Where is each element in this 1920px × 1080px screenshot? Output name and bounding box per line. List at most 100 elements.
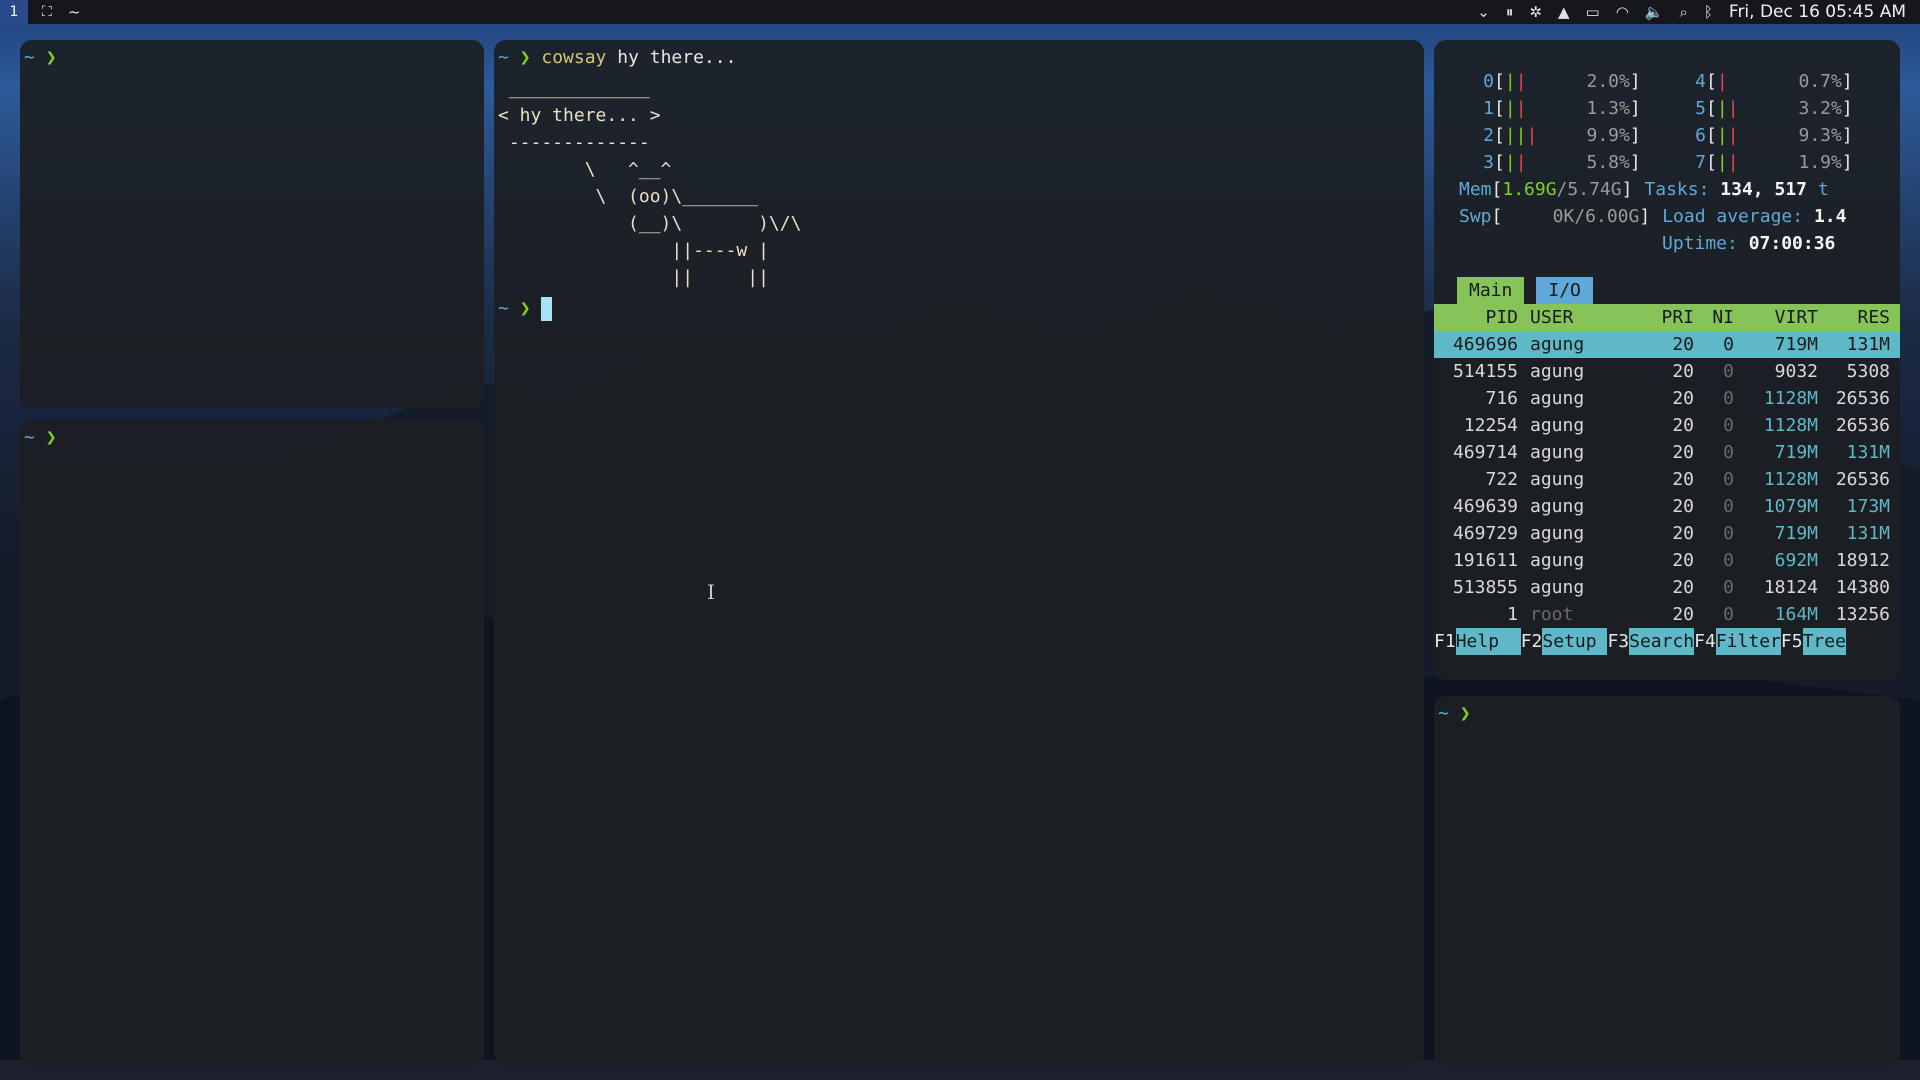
nice: 0 <box>1723 361 1734 382</box>
cpu-meter: 0[|| 2.0%] <box>1434 68 1646 95</box>
col-virt[interactable]: VIRT <box>1734 304 1818 331</box>
user: agung <box>1530 523 1585 544</box>
process-table-header: PID USER PRI NI VIRT RES <box>1434 304 1900 331</box>
cpu-percent: 9.9% <box>1586 125 1630 146</box>
fkey-label[interactable]: Filter <box>1715 628 1781 655</box>
active-prompt[interactable]: ~ ❯ <box>494 291 1424 326</box>
drive-icon[interactable]: ▲ <box>1558 3 1570 21</box>
nice: 0 <box>1723 415 1734 436</box>
workspace-indicator[interactable]: 1 <box>0 0 28 24</box>
user: agung <box>1530 577 1585 598</box>
pid: 513855 <box>1452 577 1518 598</box>
process-table: 469696 agung 20 0 719M 131M 514155 agung 20 0 9032… <box>1434 331 1900 628</box>
cpu-percent: 2.0% <box>1586 71 1630 92</box>
process-row[interactable]: 722 agung 20 0 1128M 26536 <box>1434 466 1900 493</box>
cpu-number: 6 <box>1695 125 1706 146</box>
cpu-bar: || <box>1504 152 1527 173</box>
cpu-percent: 0.7% <box>1798 71 1842 92</box>
cpu-meter: 6[|| 9.3%] <box>1646 122 1858 149</box>
fkey-3[interactable]: F3 <box>1607 628 1629 655</box>
priority: 20 <box>1672 334 1694 355</box>
cpu-row: 2[||| 9.9%] 6[|| 9.3%] <box>1434 122 1900 149</box>
priority: 20 <box>1672 496 1694 517</box>
process-row[interactable]: 513855 agung 20 0 18124 14380 <box>1434 574 1900 601</box>
process-row[interactable]: 1 root 20 0 164M 13256 <box>1434 601 1900 628</box>
cpu-meter: 5[|| 3.2%] <box>1646 95 1858 122</box>
terminal-pane-bottom-right[interactable]: ~ ❯ <box>1434 696 1900 1066</box>
volume-icon[interactable]: 🔈 <box>1645 3 1664 21</box>
tab-io[interactable]: I/O <box>1536 277 1593 304</box>
process-row[interactable]: 469696 agung 20 0 719M 131M <box>1434 331 1900 358</box>
fkey-label[interactable]: Help <box>1455 628 1521 655</box>
chevron-down-icon[interactable]: ⌄ <box>1477 3 1490 21</box>
cpu-number: 4 <box>1695 71 1706 92</box>
prompt: ~ ❯ <box>24 47 57 68</box>
process-row[interactable]: 716 agung 20 0 1128M 26536 <box>1434 385 1900 412</box>
user: agung <box>1530 361 1585 382</box>
nice: 0 <box>1723 604 1734 625</box>
fullscreen-icon[interactable]: ⛶ <box>42 4 52 20</box>
wifi-icon[interactable]: ◠ <box>1616 3 1629 21</box>
col-user[interactable]: USER <box>1518 304 1638 331</box>
cpu-bar: | <box>1716 71 1728 92</box>
res: 26536 <box>1835 469 1890 490</box>
col-pri[interactable]: PRI <box>1638 304 1694 331</box>
fkey-label[interactable]: Search <box>1629 628 1695 655</box>
process-row[interactable]: 191611 agung 20 0 692M 18912 <box>1434 547 1900 574</box>
cpu-number: 5 <box>1695 98 1706 119</box>
fkey-label[interactable]: Tree <box>1802 628 1846 655</box>
fkey-2[interactable]: F2 <box>1521 628 1543 655</box>
command-line: ~ ❯ cowsay hy there... <box>498 47 737 68</box>
priority: 20 <box>1672 577 1694 598</box>
cpu-number: 7 <box>1695 152 1706 173</box>
terminal-pane-top-left[interactable]: ~ ❯ <box>20 40 484 408</box>
process-row[interactable]: 469714 agung 20 0 719M 131M <box>1434 439 1900 466</box>
virt: 18124 <box>1763 577 1818 598</box>
pid: 469696 <box>1452 334 1518 355</box>
user: agung <box>1530 415 1585 436</box>
prompt: ~ ❯ <box>1438 703 1471 724</box>
nice: 0 <box>1723 523 1734 544</box>
col-pid[interactable]: PID <box>1434 304 1518 331</box>
bluetooth-icon[interactable]: ᛒ <box>1704 3 1713 21</box>
pid: 191611 <box>1452 550 1518 571</box>
window-title: ~ <box>67 3 81 21</box>
res: 173M <box>1846 496 1890 517</box>
tab-main[interactable]: Main <box>1457 277 1525 304</box>
htop-pane[interactable]: 0[|| 2.0%] 4[| 0.7%] 1[|| 1.3%] 5[|| 3.2%] 2[|||… <box>1434 40 1900 680</box>
nice: 0 <box>1723 469 1734 490</box>
col-ni[interactable]: NI <box>1694 304 1734 331</box>
cpu-number: 3 <box>1483 152 1494 173</box>
settings-icon[interactable]: ✲ <box>1529 3 1542 21</box>
cpu-percent: 3.2% <box>1798 98 1842 119</box>
pid: 469639 <box>1452 496 1518 517</box>
battery-icon[interactable]: ▭ <box>1586 3 1600 21</box>
uptime: Uptime: 07:00:36 <box>1662 233 1836 254</box>
fkey-1[interactable]: F1 <box>1434 628 1456 655</box>
virt: 719M <box>1774 442 1818 463</box>
process-row[interactable]: 469729 agung 20 0 719M 131M <box>1434 520 1900 547</box>
priority: 20 <box>1672 550 1694 571</box>
res: 5308 <box>1846 361 1890 382</box>
clock[interactable]: Fri, Dec 16 05:45 AM <box>1729 2 1906 22</box>
terminal-pane-center[interactable]: ~ ❯ cowsay hy there... _____________ < h… <box>494 40 1424 1066</box>
process-row[interactable]: 514155 agung 20 0 9032 5308 <box>1434 358 1900 385</box>
fkey-5[interactable]: F5 <box>1781 628 1803 655</box>
search-icon[interactable]: ⌕ <box>1679 3 1687 21</box>
cpu-meter: 7[|| 1.9%] <box>1646 149 1858 176</box>
ibeam-cursor-icon: I <box>707 580 715 604</box>
cpu-bar: ||| <box>1504 125 1538 146</box>
priority: 20 <box>1672 442 1694 463</box>
pause-icon[interactable]: ⏸ <box>1506 3 1514 21</box>
process-row[interactable]: 12254 agung 20 0 1128M 26536 <box>1434 412 1900 439</box>
priority: 20 <box>1672 469 1694 490</box>
cpu-meters: 0[|| 2.0%] 4[| 0.7%] 1[|| 1.3%] 5[|| 3.2%] 2[|||… <box>1434 68 1900 176</box>
cpu-row: 0[|| 2.0%] 4[| 0.7%] <box>1434 68 1900 95</box>
fkey-4[interactable]: F4 <box>1694 628 1716 655</box>
terminal-pane-bottom-left[interactable]: ~ ❯ <box>20 420 484 1066</box>
col-res[interactable]: RES <box>1818 304 1890 331</box>
virt: 1128M <box>1763 388 1818 409</box>
fkey-label[interactable]: Setup <box>1542 628 1608 655</box>
virt: 719M <box>1774 523 1818 544</box>
process-row[interactable]: 469639 agung 20 0 1079M 173M <box>1434 493 1900 520</box>
